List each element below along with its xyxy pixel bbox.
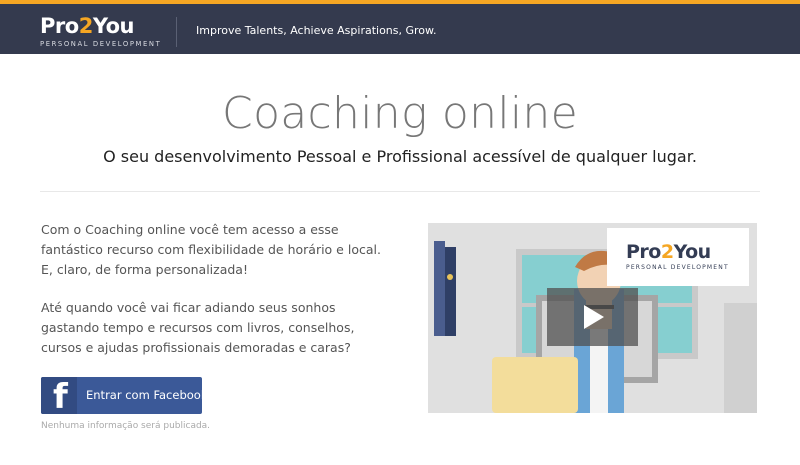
- logo-wordmark: Pro2You: [40, 14, 134, 38]
- pro2you-logo[interactable]: Pro2You PERSONAL DEVELOPMENT: [40, 14, 160, 50]
- header-tagline: Improve Talents, Achieve Aspirations, Gr…: [196, 24, 437, 37]
- facebook-login-button[interactable]: f Entrar com Facebook: [41, 377, 207, 414]
- facebook-icon: f: [41, 377, 77, 414]
- logo-subtitle: PERSONAL DEVELOPMENT: [40, 40, 162, 48]
- page-title: Coaching online: [222, 88, 578, 139]
- top-navbar: Pro2You PERSONAL DEVELOPMENT Improve Tal…: [0, 0, 800, 54]
- video-pro2you-logo: Pro2You PERSONAL DEVELOPMENT: [607, 228, 749, 286]
- facebook-login-label: Entrar com Facebook: [86, 388, 208, 402]
- page-subtitle: O seu desenvolvimento Pessoal e Profissi…: [103, 147, 697, 166]
- play-button[interactable]: [547, 288, 638, 346]
- video-logo-wordmark: Pro2You: [626, 241, 711, 263]
- question-paragraph: Até quando você vai ficar adiando seus s…: [41, 300, 355, 355]
- play-icon: [584, 305, 604, 329]
- section-divider: [40, 191, 760, 192]
- privacy-note: Nenhuma informação será publicada.: [41, 421, 211, 431]
- header-divider: [176, 17, 177, 47]
- video-logo-subtitle: PERSONAL DEVELOPMENT: [626, 264, 729, 271]
- intro-paragraph: Com o Coaching online você tem acesso a …: [41, 222, 381, 277]
